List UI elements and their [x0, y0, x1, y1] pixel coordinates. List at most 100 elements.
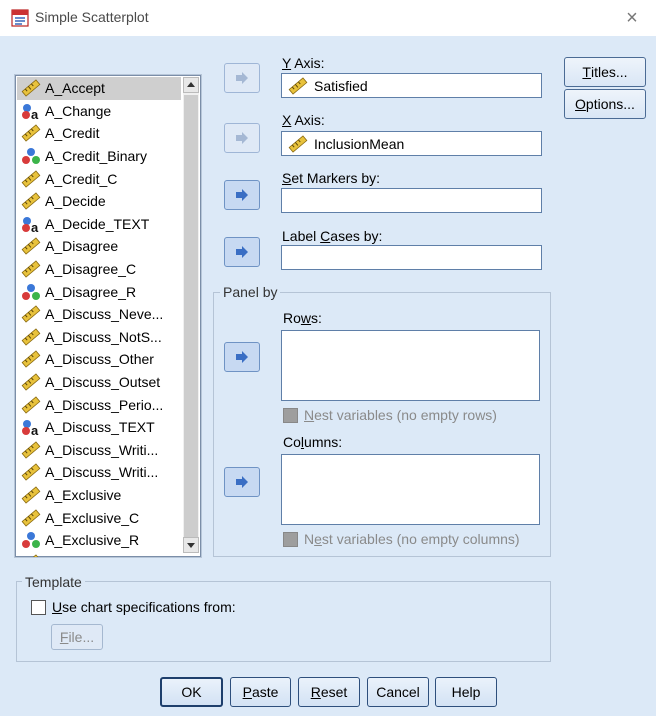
- columns-field[interactable]: [281, 454, 540, 525]
- variable-list-item[interactable]: A_Credit: [17, 122, 181, 145]
- x-axis-value: InclusionMean: [314, 135, 405, 152]
- variable-list-item[interactable]: A_Disagree_C: [17, 258, 181, 281]
- variable-list[interactable]: A_Accepta A_Change A_Credit A_Credit_Binary…: [14, 74, 202, 558]
- variable-label: A_Discuss_NotS...: [45, 328, 162, 345]
- variable-label: A_Credit_Binary: [45, 148, 147, 165]
- move-to-x-axis-button[interactable]: [224, 123, 260, 153]
- variable-list-item[interactable]: A_Credit_C: [17, 167, 181, 190]
- nominal-icon: a: [22, 103, 39, 120]
- template-title: Template: [22, 574, 85, 590]
- window-title: Simple Scatterplot: [35, 9, 149, 25]
- right-arrow-icon: [236, 189, 248, 201]
- scale-icon: [288, 76, 308, 95]
- variable-list-item[interactable]: A_Decide: [17, 190, 181, 213]
- variable-list-item[interactable]: A_Exclusive_C: [17, 506, 181, 529]
- variable-label: A_Discuss_TEXT: [45, 419, 155, 436]
- variable-list-item[interactable]: A_Exclusive_R_C: [17, 551, 181, 557]
- variable-list-item[interactable]: A_Disagree: [17, 235, 181, 258]
- variable-label: A_Discuss_Writi...: [45, 464, 159, 481]
- variable-label: A_Decide: [45, 193, 106, 210]
- title-bar: Simple Scatterplot ×: [0, 0, 656, 36]
- panel-by-title: Panel by: [220, 284, 281, 300]
- help-button[interactable]: Help: [435, 677, 497, 707]
- scroll-thumb[interactable]: [184, 95, 198, 551]
- variable-list-item[interactable]: A_Exclusive_R: [17, 529, 181, 552]
- scale-icon: [21, 395, 41, 414]
- paste-button[interactable]: Paste: [230, 677, 291, 707]
- scroll-up-icon[interactable]: [183, 77, 199, 93]
- variable-list-item[interactable]: A_Disagree_R: [17, 280, 181, 303]
- scale-icon: [21, 463, 41, 482]
- variable-list-item[interactable]: A_Accept: [17, 77, 181, 100]
- move-to-markers-button[interactable]: [224, 180, 260, 210]
- svg-text:a: a: [31, 423, 39, 436]
- variable-list-item[interactable]: A_Discuss_Perio...: [17, 393, 181, 416]
- scale-icon: [21, 124, 41, 143]
- variable-list-scrollbar[interactable]: [183, 77, 199, 553]
- move-to-y-axis-button[interactable]: [224, 63, 260, 93]
- variable-label: A_Change: [45, 102, 112, 119]
- rows-field[interactable]: [281, 330, 540, 401]
- nest-columns-checkbox[interactable]: [283, 532, 298, 547]
- nest-columns-label: Nest variables (no empty columns): [304, 531, 520, 547]
- y-axis-field[interactable]: Satisfied: [281, 73, 542, 98]
- move-to-label-cases-button[interactable]: [224, 237, 260, 267]
- rows-label: Rows:: [283, 310, 322, 326]
- variable-list-item[interactable]: A_Discuss_Writi...: [17, 439, 181, 462]
- variable-list-item[interactable]: a A_Change: [17, 100, 181, 123]
- scale-icon: [21, 554, 41, 557]
- set-markers-field[interactable]: [281, 188, 542, 213]
- variable-list-item[interactable]: a A_Decide_TEXT: [17, 213, 181, 236]
- scale-icon: [21, 486, 41, 504]
- ok-button[interactable]: OK: [160, 677, 223, 707]
- scale-icon: [21, 508, 41, 527]
- scale-icon: [21, 328, 41, 346]
- scale-icon: [21, 79, 41, 97]
- variable-label: A_Exclusive: [45, 486, 122, 503]
- use-chart-spec-checkbox[interactable]: [31, 600, 46, 615]
- variable-label: A_Credit_C: [45, 170, 118, 187]
- variable-label: A_Disagree_C: [45, 261, 137, 278]
- label-cases-field[interactable]: [281, 245, 542, 270]
- scroll-down-icon[interactable]: [183, 537, 199, 553]
- reset-button[interactable]: Reset: [298, 677, 360, 707]
- nominal-icon: a: [22, 420, 39, 436]
- variable-label: A_Discuss_Writi...: [45, 441, 159, 458]
- variable-list-item[interactable]: A_Credit_Binary: [17, 145, 181, 168]
- chart-app-icon: [11, 9, 29, 27]
- ordinal-icon: [22, 532, 40, 549]
- x-axis-field[interactable]: InclusionMean: [281, 131, 542, 156]
- variable-label: A_Discuss_Neve...: [45, 306, 164, 323]
- cancel-button[interactable]: Cancel: [367, 677, 429, 707]
- scale-icon: [21, 170, 41, 188]
- variable-label: A_Decide_TEXT: [45, 215, 150, 232]
- variable-list-item[interactable]: A_Discuss_Other: [17, 348, 181, 371]
- right-arrow-icon: [236, 246, 248, 258]
- ordinal-icon: [22, 148, 40, 165]
- close-icon[interactable]: ×: [622, 8, 642, 28]
- variable-list-item[interactable]: A_Discuss_Outset: [17, 371, 181, 394]
- variable-label: A_Discuss_Other: [45, 351, 154, 368]
- svg-text:a: a: [31, 220, 39, 233]
- scale-icon: [21, 237, 41, 256]
- titles-button[interactable]: Titles...: [564, 57, 646, 87]
- nominal-icon: a: [22, 216, 39, 233]
- y-axis-value: Satisfied: [314, 77, 368, 94]
- variable-list-item[interactable]: A_Discuss_Writi...: [17, 461, 181, 484]
- scale-icon: [21, 441, 41, 459]
- variable-label: A_Discuss_Outset: [45, 374, 161, 391]
- right-arrow-icon: [236, 132, 248, 144]
- options-button[interactable]: Options...: [564, 89, 646, 119]
- variable-list-item[interactable]: A_Exclusive: [17, 484, 181, 507]
- variable-list-item[interactable]: a A_Discuss_TEXT: [17, 416, 181, 439]
- variable-list-item[interactable]: A_Discuss_NotS...: [17, 326, 181, 349]
- nest-rows-checkbox[interactable]: [283, 408, 298, 423]
- variable-label: A_Credit: [45, 125, 100, 142]
- right-arrow-icon: [236, 72, 248, 84]
- variable-label: A_Exclusive_R_C: [45, 555, 157, 557]
- file-button[interactable]: File...: [51, 624, 103, 650]
- scale-icon: [288, 134, 308, 153]
- columns-label: Columns:: [283, 434, 343, 450]
- variable-list-item[interactable]: A_Discuss_Neve...: [17, 303, 181, 326]
- y-axis-label: Y Axis:: [282, 55, 325, 71]
